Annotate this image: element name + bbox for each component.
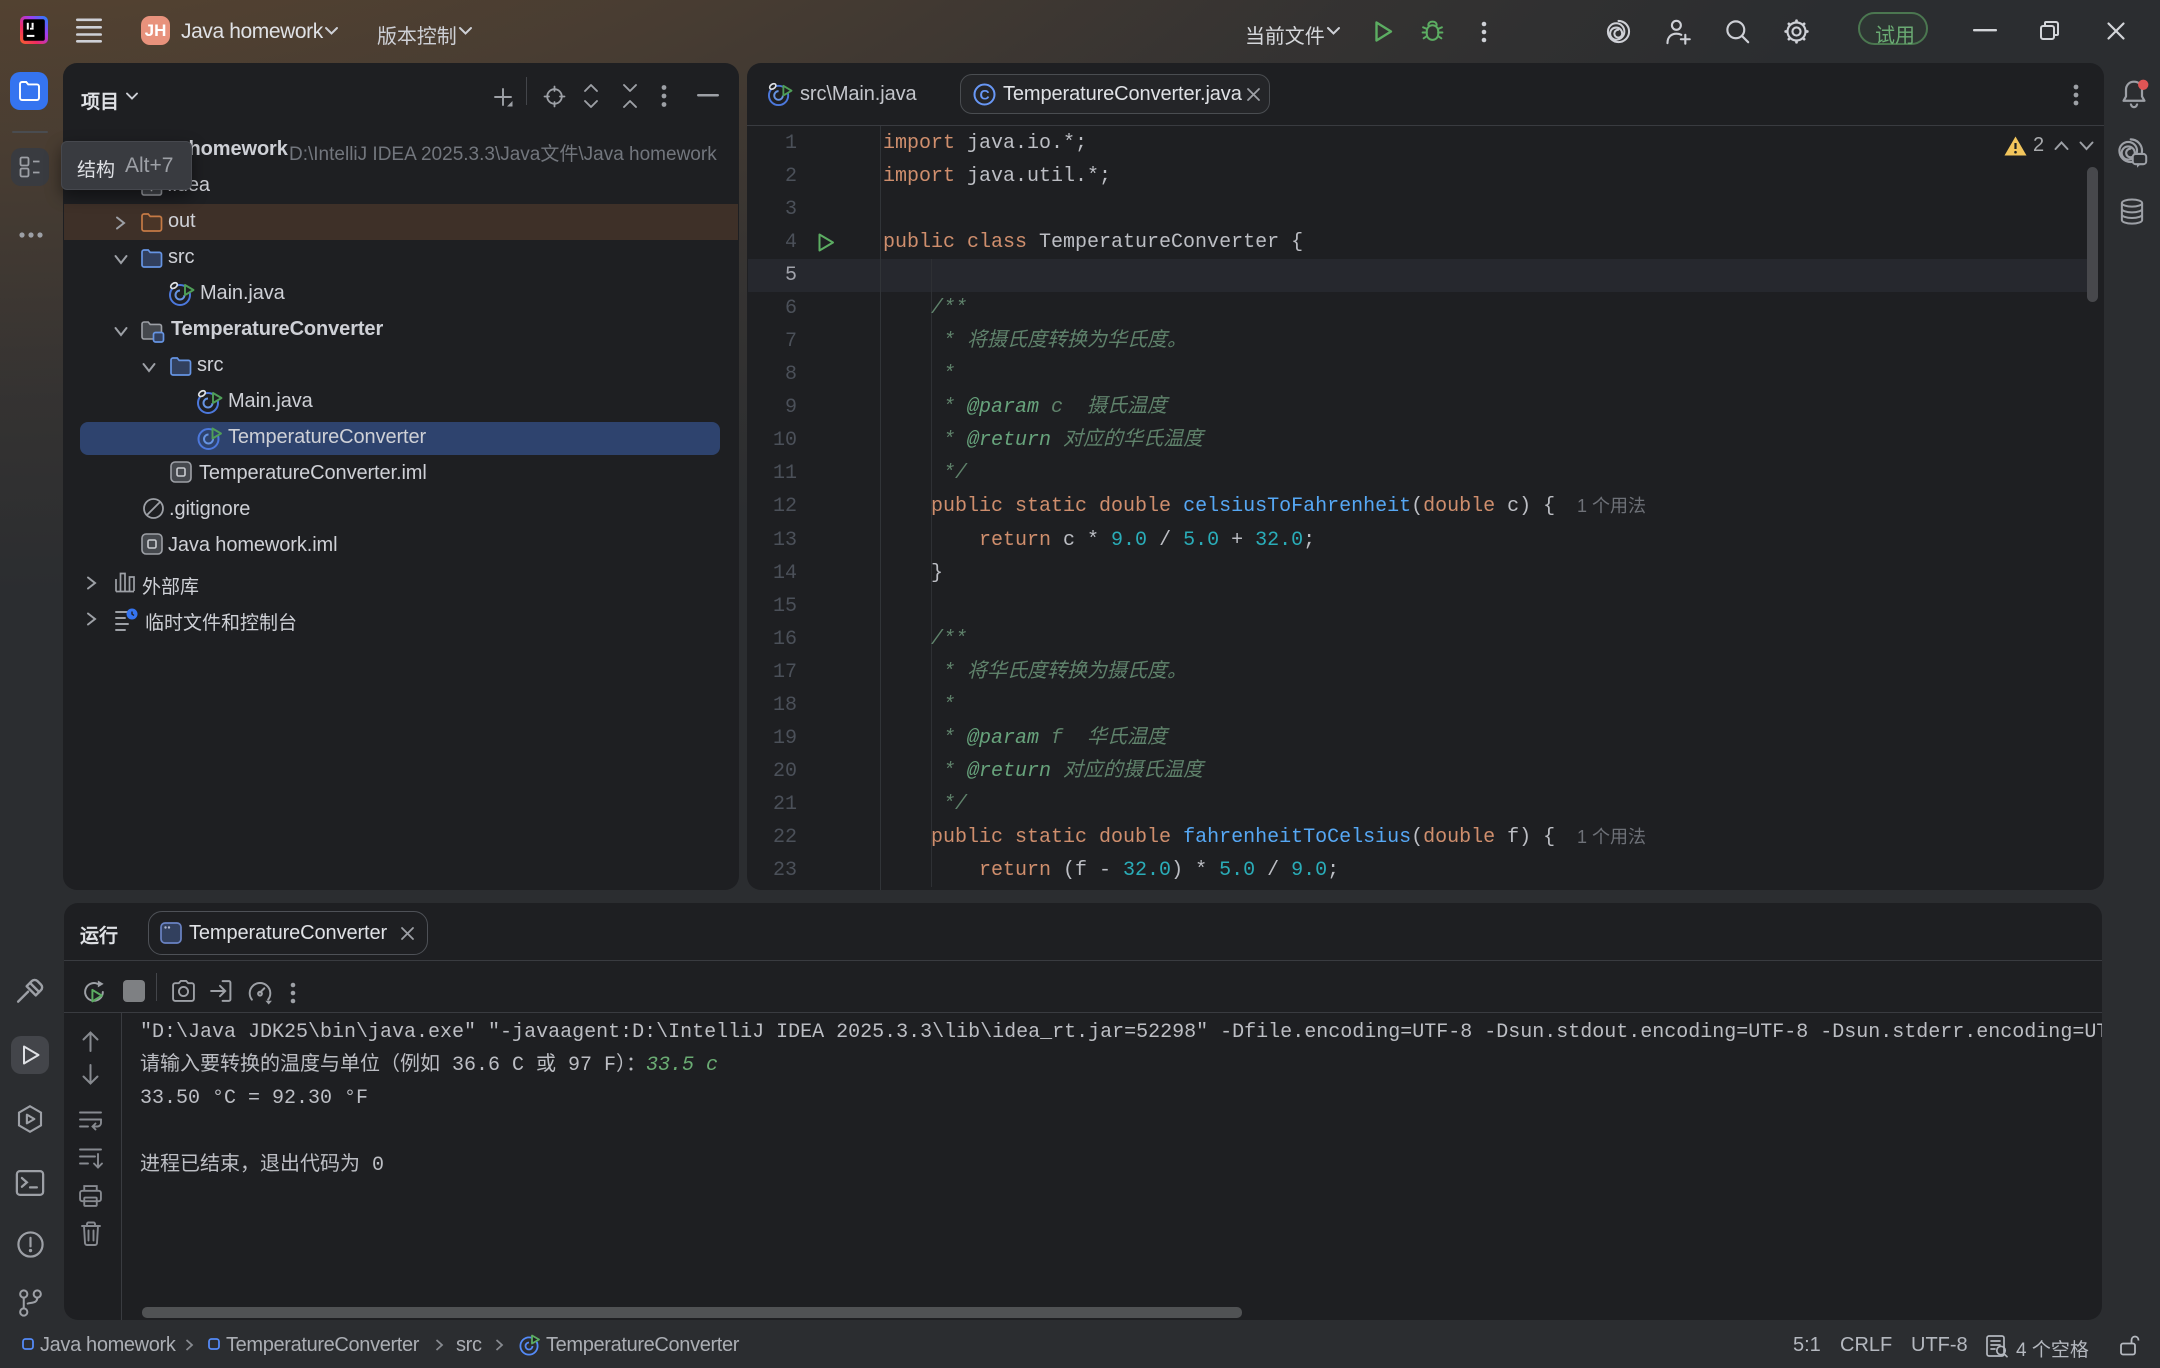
svg-text:C: C xyxy=(979,86,989,102)
